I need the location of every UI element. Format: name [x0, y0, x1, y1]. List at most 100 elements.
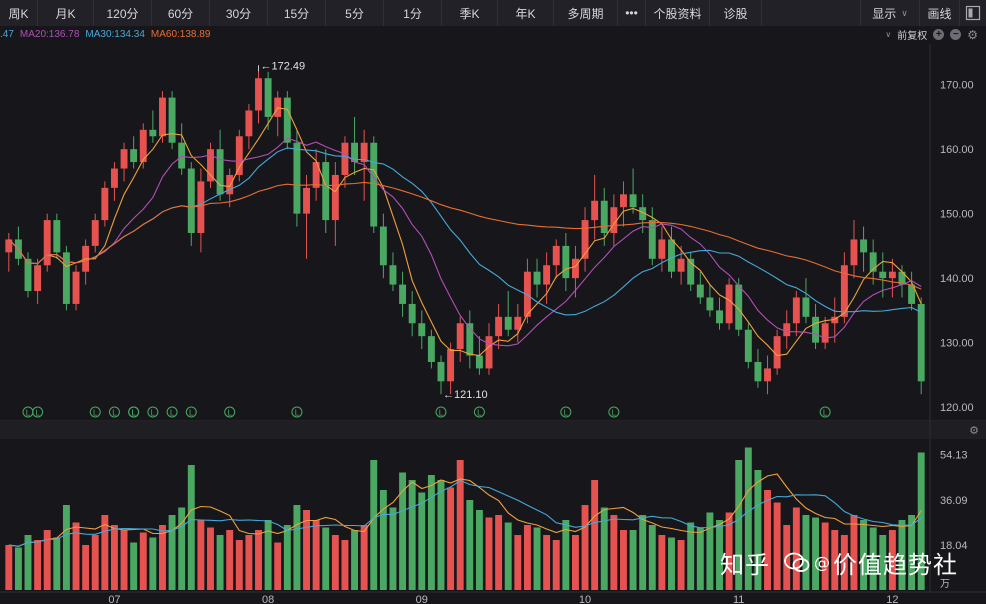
- candle-body: [101, 187, 109, 221]
- volume-bar: [620, 530, 627, 590]
- volume-bar: [523, 525, 531, 590]
- candle-body: [821, 323, 829, 343]
- candle-body: [716, 310, 723, 324]
- candle-body: [130, 149, 138, 163]
- candle-body: [495, 316, 503, 337]
- candle-body: [303, 187, 310, 214]
- volume-bar: [600, 507, 608, 590]
- candle-body: [888, 271, 896, 279]
- candle-body: [485, 336, 493, 369]
- signal-marker-text: L: [151, 409, 156, 418]
- volume-bar: [101, 515, 109, 590]
- month-label: 10: [579, 594, 591, 604]
- candle-body: [255, 78, 262, 111]
- candle-body: [235, 136, 243, 175]
- volume-bar: [571, 535, 579, 590]
- candle-body: [149, 129, 157, 137]
- candle-body: [197, 181, 205, 233]
- candle-body: [207, 149, 214, 182]
- candle-body: [620, 194, 627, 208]
- volume-bar: [399, 472, 407, 590]
- volume-bar: [34, 540, 42, 590]
- volume-bar: [207, 527, 214, 590]
- volume-header: [0, 421, 986, 439]
- signal-marker-text: L: [564, 409, 569, 418]
- month-label: 12: [886, 594, 898, 604]
- volume-bar: [168, 515, 176, 590]
- signal-marker-text: L: [477, 409, 482, 418]
- signal-marker-text: L: [227, 409, 232, 418]
- volume-bar: [149, 537, 157, 590]
- watermark-left-text: 知乎: [720, 551, 770, 579]
- candle-body: [226, 174, 234, 195]
- volume-bar: [658, 535, 666, 590]
- volume-bar: [139, 532, 147, 590]
- candle-body: [159, 97, 166, 137]
- volume-gear-icon[interactable]: ⚙: [969, 425, 979, 437]
- candle-body: [322, 162, 330, 221]
- volume-bar: [312, 520, 320, 590]
- candle-body: [43, 220, 51, 266]
- candle-body: [408, 303, 416, 324]
- signal-marker-text: L: [131, 409, 136, 418]
- month-label: 09: [416, 594, 428, 604]
- candle-body: [677, 258, 685, 272]
- volume-bar: [648, 525, 656, 590]
- volume-bar: [696, 527, 704, 590]
- volume-bar: [639, 515, 647, 590]
- volume-bar: [5, 545, 13, 590]
- candle-body: [456, 323, 464, 350]
- candle-body: [437, 361, 445, 382]
- volume-bar: [130, 542, 138, 590]
- month-label: 08: [262, 594, 274, 604]
- candle-body: [744, 329, 752, 362]
- volume-bar: [91, 535, 99, 590]
- candle-body: [427, 336, 435, 362]
- candle-body: [72, 271, 80, 304]
- volume-bar: [495, 515, 503, 590]
- price-tick-label: 140.00: [940, 273, 974, 285]
- candle-body: [696, 284, 704, 298]
- volume-bar: [341, 540, 349, 590]
- signal-marker-text: L: [439, 409, 444, 418]
- price-tick-label: 170.00: [940, 80, 974, 92]
- kline-chart[interactable]: ⚙ 170.00 160.00 150.00 140.00 130.00 120.00 54.…: [0, 0, 986, 604]
- candle-body: [879, 271, 887, 279]
- price-tick-label: 150.00: [940, 209, 974, 221]
- candle-body: [216, 149, 224, 195]
- signal-marker-text: L: [295, 409, 300, 418]
- volume-bar: [187, 465, 195, 590]
- volume-bar: [226, 530, 234, 590]
- volume-bar: [610, 515, 618, 590]
- candle-body: [792, 297, 800, 324]
- volume-tick-label: 54.13: [940, 450, 968, 462]
- volume-bar: [283, 525, 291, 590]
- signal-marker-text: L: [35, 409, 40, 418]
- ma20-line: [8, 147, 922, 316]
- signal-marker-text: L: [189, 409, 194, 418]
- volume-bar: [110, 525, 118, 590]
- volume-bar: [331, 535, 339, 590]
- volume-bar: [53, 537, 61, 590]
- candle-body: [917, 303, 925, 382]
- candle-body: [629, 194, 637, 208]
- volume-bar: [591, 480, 599, 590]
- volume-bar: [418, 492, 426, 590]
- volume-bar: [255, 530, 262, 590]
- candle-body: [34, 265, 42, 292]
- candle-body: [812, 316, 820, 343]
- volume-bar: [235, 540, 243, 590]
- volume-bar: [581, 505, 589, 590]
- candle-body: [850, 239, 858, 266]
- ma10-line: [8, 137, 922, 347]
- volume-bar: [351, 530, 359, 590]
- volume-bar: [216, 535, 224, 590]
- volume-bar: [293, 505, 301, 590]
- volume-bar: [274, 542, 282, 590]
- signal-marker-text: L: [612, 409, 617, 418]
- low-price-label: ←121.10: [443, 389, 488, 401]
- candle-body: [648, 220, 656, 259]
- signal-marker-text: L: [823, 409, 828, 418]
- candle-body: [53, 220, 61, 253]
- candle-body: [447, 349, 455, 382]
